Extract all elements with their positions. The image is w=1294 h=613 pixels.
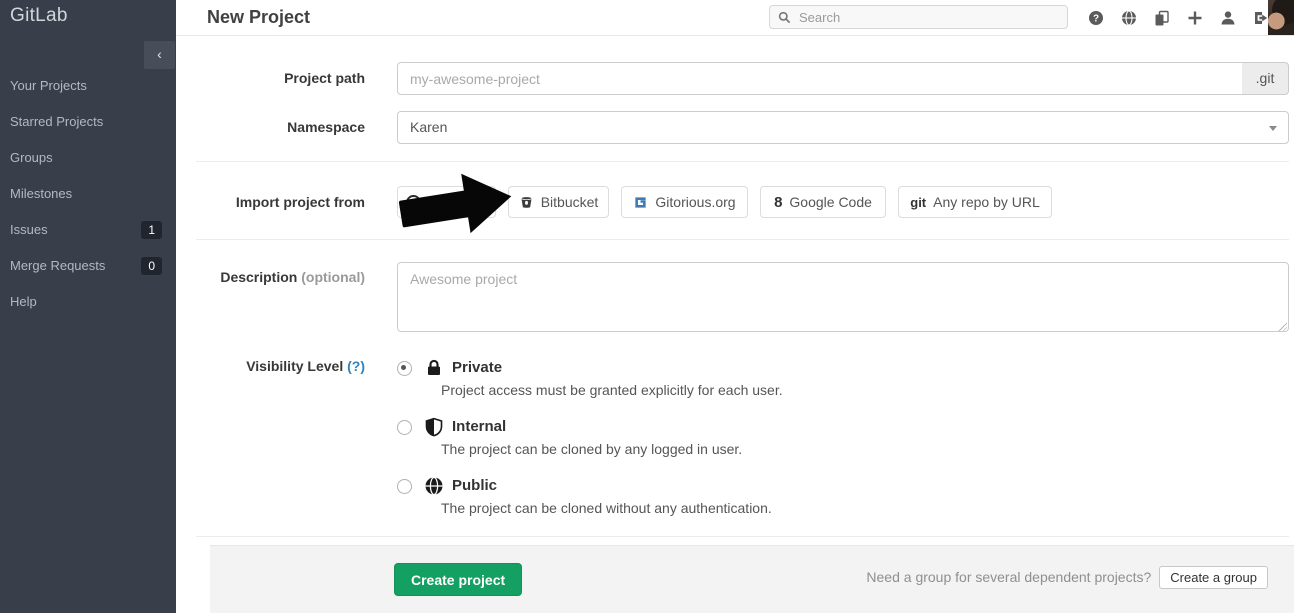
sidebar-item-starred-projects[interactable]: Starred Projects <box>0 104 176 140</box>
import-github-button[interactable] <box>397 186 496 218</box>
search-input[interactable] <box>797 9 1041 26</box>
sidebar-item-help[interactable]: Help <box>0 284 176 320</box>
import-google-code-button[interactable]: 8 Google Code <box>760 186 886 218</box>
internal-radio[interactable] <box>397 420 412 435</box>
chevron-down-icon <box>1269 126 1277 131</box>
private-description: Project access must be granted explicitl… <box>441 382 783 398</box>
copy-icon[interactable] <box>1154 10 1170 26</box>
sidebar-nav: Your Projects Starred Projects Groups Mi… <box>0 68 176 320</box>
topbar: New Project ? <box>176 0 1294 36</box>
sidebar-item-label: Milestones <box>10 186 72 201</box>
plus-icon[interactable] <box>1187 10 1203 26</box>
search-box <box>769 5 1068 29</box>
divider <box>196 536 1289 537</box>
sidebar-item-label: Issues <box>10 222 48 237</box>
new-project-page: GitLab ‹ Your Projects Starred Projects … <box>0 0 1294 613</box>
import-any-repo-button[interactable]: git Any repo by URL <box>898 186 1052 218</box>
import-button-label: Google Code <box>789 194 872 210</box>
bitbucket-icon <box>519 195 534 210</box>
namespace-label: Namespace <box>180 119 365 135</box>
import-project-label: Import project from <box>180 194 365 210</box>
sidebar-item-label: Your Projects <box>10 78 87 93</box>
visibility-label-text: Visibility Level <box>246 358 343 374</box>
group-hint-text: Need a group for several dependent proje… <box>866 569 1151 585</box>
sidebar-collapse-button[interactable]: ‹ <box>144 41 175 69</box>
gitlab-logo[interactable]: GitLab <box>10 5 68 27</box>
sidebar-item-issues[interactable]: 1 Issues <box>0 212 176 248</box>
chevron-left-icon: ‹ <box>157 46 162 62</box>
globe-icon <box>424 476 444 496</box>
import-button-label: Gitorious.org <box>655 194 735 210</box>
visibility-option-private: Private Project access must be granted e… <box>397 358 1017 408</box>
globe-icon[interactable] <box>1121 10 1137 26</box>
sidebar-item-label: Starred Projects <box>10 114 103 129</box>
description-label-text: Description <box>220 269 297 285</box>
git-icon: git <box>910 196 926 209</box>
sidebar-item-label: Help <box>10 294 37 309</box>
visibility-option-internal: Internal The project can be cloned by an… <box>397 417 1017 467</box>
sidebar-item-merge-requests[interactable]: 0 Merge Requests <box>0 248 176 284</box>
sign-out-icon[interactable] <box>1253 10 1269 26</box>
merge-requests-count-badge: 0 <box>141 257 162 275</box>
private-radio[interactable] <box>397 361 412 376</box>
import-button-label: Any repo by URL <box>933 194 1040 210</box>
create-group-button[interactable]: Create a group <box>1159 566 1268 589</box>
sidebar-item-label: Merge Requests <box>10 258 105 273</box>
public-radio[interactable] <box>397 479 412 494</box>
description-label: Description (optional) <box>180 269 365 285</box>
sidebar-item-groups[interactable]: Groups <box>0 140 176 176</box>
sidebar-item-milestones[interactable]: Milestones <box>0 176 176 212</box>
lock-icon <box>424 358 444 378</box>
create-project-button[interactable]: Create project <box>394 563 522 596</box>
group-hint-area: Need a group for several dependent proje… <box>866 563 1268 591</box>
divider <box>196 239 1289 240</box>
internal-title: Internal <box>452 418 506 435</box>
sidebar-item-label: Groups <box>10 150 53 165</box>
project-path-label: Project path <box>180 70 365 86</box>
shield-icon <box>424 417 444 437</box>
description-textarea[interactable] <box>397 262 1289 332</box>
google-code-icon: 8 <box>774 195 782 210</box>
namespace-selected-value: Karen <box>410 119 447 135</box>
namespace-select[interactable]: Karen <box>397 111 1289 144</box>
issues-count-badge: 1 <box>141 221 162 239</box>
divider <box>196 161 1289 162</box>
form-actions: Create project Need a group for several … <box>210 545 1294 613</box>
visibility-option-public: Public The project can be cloned without… <box>397 476 1017 526</box>
git-suffix-addon: .git <box>1242 62 1289 95</box>
internal-description: The project can be cloned by any logged … <box>441 441 742 457</box>
svg-text:?: ? <box>1093 13 1099 24</box>
page-title: New Project <box>207 0 310 35</box>
private-title: Private <box>452 359 502 376</box>
import-gitorious-button[interactable]: Gitorious.org <box>621 186 748 218</box>
description-optional-text: (optional) <box>301 269 365 285</box>
github-icon <box>406 195 421 210</box>
public-description: The project can be cloned without any au… <box>441 500 772 516</box>
sidebar-item-your-projects[interactable]: Your Projects <box>0 68 176 104</box>
user-avatar[interactable] <box>1268 0 1294 35</box>
import-button-label: Bitbucket <box>541 194 599 210</box>
gitorious-icon <box>633 195 648 210</box>
visibility-help-link[interactable]: (?) <box>347 358 365 374</box>
visibility-level-label: Visibility Level (?) <box>180 358 365 374</box>
project-path-input[interactable] <box>397 62 1243 95</box>
topbar-icons: ? <box>1088 0 1269 35</box>
user-icon[interactable] <box>1220 10 1236 26</box>
import-buttons-row: Bitbucket Gitorious.org 8 Google Code gi… <box>397 186 1052 218</box>
sidebar: GitLab ‹ Your Projects Starred Projects … <box>0 0 176 613</box>
help-icon[interactable]: ? <box>1088 10 1104 26</box>
public-title: Public <box>452 477 497 494</box>
search-icon <box>778 11 791 24</box>
import-bitbucket-button[interactable]: Bitbucket <box>508 186 609 218</box>
